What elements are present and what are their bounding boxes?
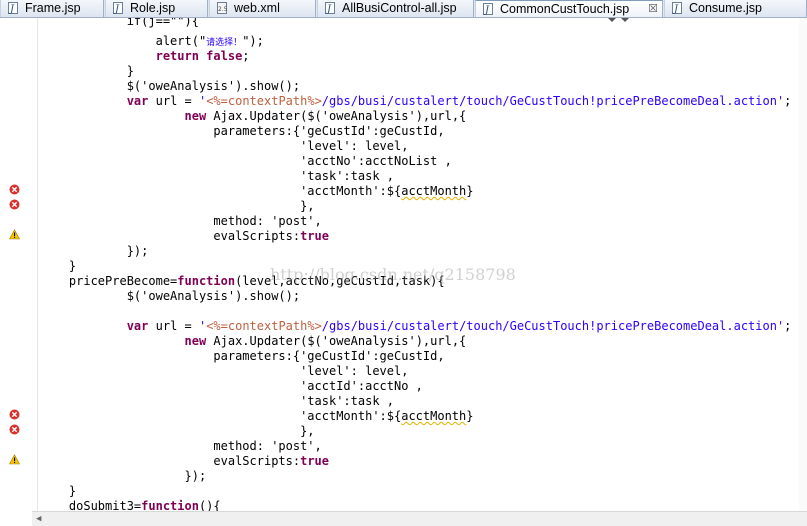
- error-icon[interactable]: [9, 199, 20, 210]
- code-line: parameters:{'geCustId':geCustId,: [40, 124, 445, 138]
- code-line: 'task':task ,: [40, 169, 395, 183]
- tab-consume-jsp[interactable]: J Consume.jsp: [664, 0, 807, 17]
- code-line: return false;: [155, 49, 250, 63]
- tab-label: CommonCustTouch.jsp: [500, 2, 630, 16]
- tab-role-jsp[interactable]: J Role.jsp: [105, 0, 208, 17]
- tab-frame-jsp[interactable]: J Frame.jsp: [0, 0, 104, 17]
- code-line: var url = '<%=contextPath%>/gbs/busi/cus…: [126, 319, 792, 333]
- jsp-file-icon: J: [483, 3, 493, 15]
- error-icon[interactable]: [9, 424, 20, 435]
- code-line: 'level': level,: [40, 364, 409, 378]
- svg-text:J: J: [483, 5, 490, 15]
- code-line: 'acctNo':acctNoList ,: [40, 154, 452, 168]
- tab-label: Frame.jsp: [25, 1, 81, 15]
- tab-allbusicontrol-jsp[interactable]: J AllBusiControl-all.jsp: [317, 0, 474, 17]
- code-line: method: 'post',: [40, 439, 322, 453]
- horizontal-scrollbar[interactable]: ◀: [32, 511, 807, 526]
- error-icon[interactable]: [9, 184, 20, 195]
- editor-gutter: [0, 18, 32, 512]
- code-line: if(j==""){: [126, 18, 199, 28]
- tab-label: Role.jsp: [130, 1, 176, 15]
- scroll-left-icon[interactable]: ◀: [36, 514, 41, 524]
- code-line: },: [40, 424, 315, 438]
- gutter-divider: [37, 18, 38, 512]
- overview-ruler[interactable]: [799, 18, 807, 512]
- jsp-file-icon: J: [113, 2, 123, 14]
- warning-icon[interactable]: [9, 229, 20, 240]
- tab-label: web.xml: [234, 1, 280, 15]
- warning-icon[interactable]: [9, 454, 20, 465]
- code-line: 'acctId':acctNo ,: [40, 379, 423, 393]
- code-line: method: 'post',: [40, 214, 322, 228]
- code-line: new Ajax.Updater($('oweAnalysis'),url,{: [184, 334, 467, 348]
- code-line: }: [40, 259, 77, 273]
- code-line: var url = '<%=contextPath%>/gbs/busi/cus…: [126, 94, 792, 108]
- code-line: new Ajax.Updater($('oweAnalysis'),url,{: [184, 109, 467, 123]
- code-line: });: [40, 469, 207, 483]
- code-line: 'acctMonth':${acctMonth}: [40, 184, 474, 198]
- code-line: evalScripts:true: [40, 454, 329, 468]
- tab-label: Consume.jsp: [689, 1, 762, 15]
- code-line: 'level': level,: [40, 139, 409, 153]
- error-icon[interactable]: [9, 409, 20, 420]
- svg-text:2.5: 2.5: [218, 6, 228, 13]
- jsp-file-icon: J: [325, 2, 335, 14]
- svg-text:J: J: [8, 4, 15, 14]
- jsp-file-icon: J: [8, 2, 18, 14]
- svg-text:J: J: [113, 4, 120, 14]
- code-line: $('oweAnalysis').show();: [40, 79, 301, 93]
- code-line: }: [40, 484, 77, 498]
- tab-web-xml[interactable]: 2.5 web.xml: [209, 0, 316, 17]
- svg-text:J: J: [325, 4, 332, 14]
- code-line: 'task':task ,: [40, 394, 395, 408]
- code-line: 'acctMonth':${acctMonth}: [40, 409, 474, 423]
- svg-text:J: J: [672, 4, 679, 14]
- code-line: evalScripts:true: [40, 229, 329, 243]
- code-line: $('oweAnalysis').show();: [40, 289, 301, 303]
- tab-label: AllBusiControl-all.jsp: [342, 1, 457, 15]
- jsp-file-icon: J: [672, 2, 682, 14]
- xml-file-icon: 2.5: [217, 2, 228, 14]
- editor-tab-bar: J Frame.jsp J Role.jsp 2.5 web.xml J All…: [0, 0, 807, 18]
- code-line: },: [40, 199, 315, 213]
- code-line: parameters:{'geCustId':geCustId,: [40, 349, 445, 363]
- close-icon[interactable]: ☒: [648, 1, 658, 17]
- watermark-text: http://blog.csdn.net/q2158798: [270, 265, 516, 284]
- code-line: }: [40, 64, 134, 78]
- tab-commoncusttouch-jsp[interactable]: J CommonCustTouch.jsp ☒: [475, 0, 663, 17]
- code-line: });: [40, 244, 149, 258]
- code-line: alert("请选择！");: [40, 34, 264, 48]
